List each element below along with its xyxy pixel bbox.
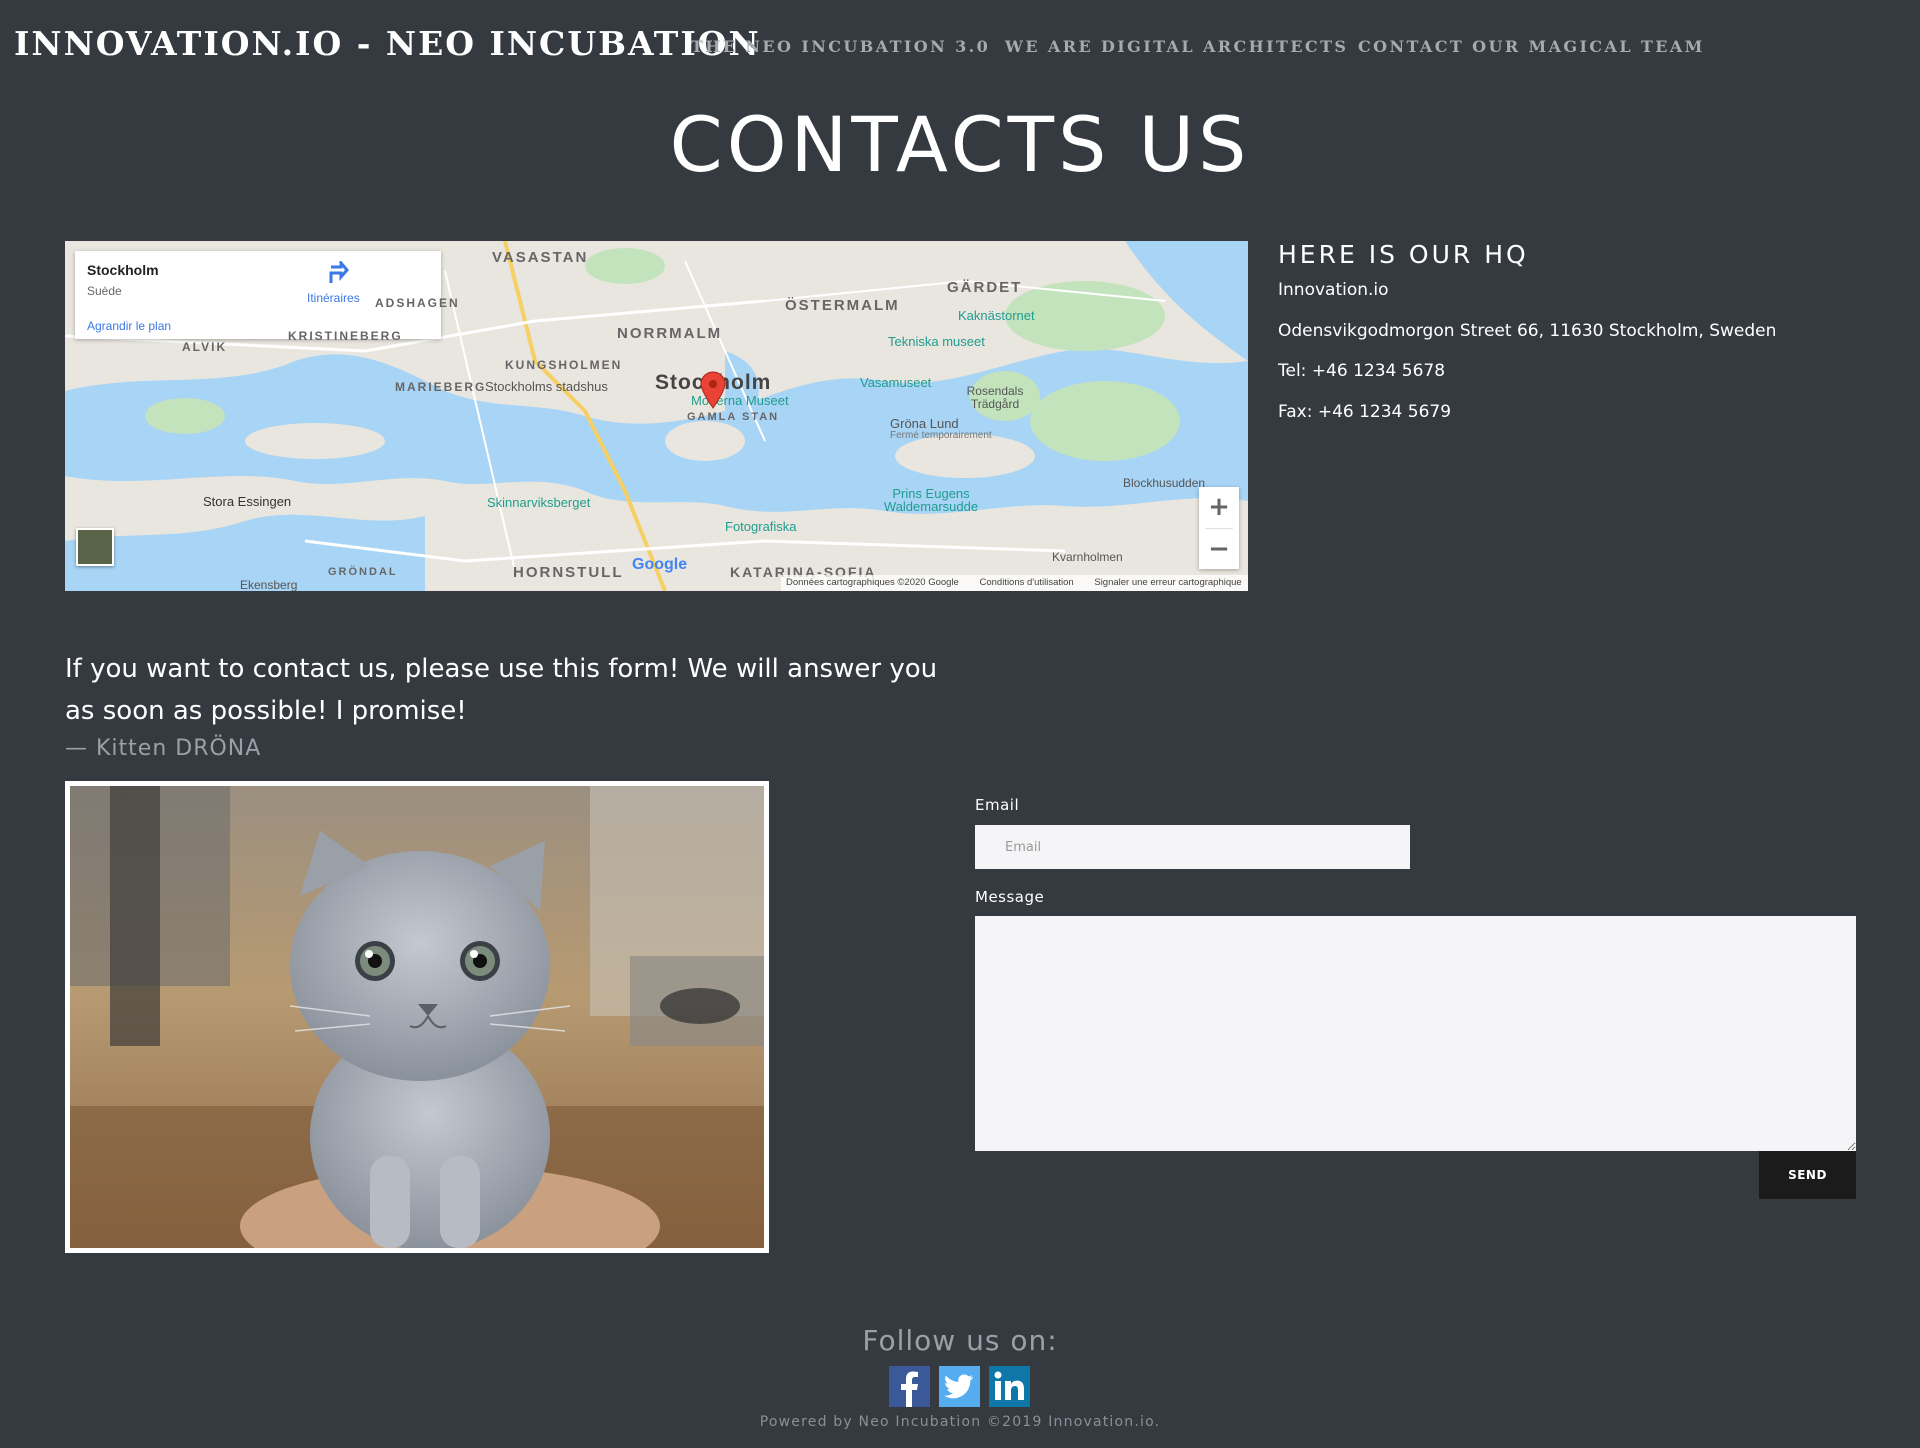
twitter-icon[interactable] — [939, 1366, 980, 1407]
map-label-marieberg: MARIEBERG — [395, 380, 487, 394]
map-label-stora-essingen: Stora Essingen — [203, 494, 292, 509]
map-attribution: Données cartographiques ©2020 Google Con… — [781, 575, 1248, 591]
map-label-adshagen: ADSHAGEN — [375, 296, 460, 310]
powered-by-text: Powered by Neo Incubation ©2019 Innovati… — [759, 1414, 1161, 1430]
map-label-vasastan: VASASTAN — [492, 249, 589, 266]
zoom-out-button[interactable]: − — [1199, 529, 1239, 569]
hq-title: HERE IS OUR HQ — [1278, 240, 1529, 269]
zoom-in-button[interactable]: + — [1199, 487, 1239, 527]
facebook-icon[interactable] — [889, 1366, 930, 1407]
map-label-blockhus: Blockhusudden — [1123, 476, 1206, 490]
email-input[interactable] — [975, 825, 1410, 869]
google-logo: Google — [632, 556, 688, 573]
map-label-alvik: ALVIK — [182, 340, 228, 354]
brand-link[interactable]: INNOVATION.IO - NEO INCUBATION — [14, 24, 761, 63]
follow-us-heading: Follow us on: — [862, 1324, 1058, 1357]
map-label-kaknas: Kaknästornet — [958, 308, 1035, 323]
nav-link-contact-team[interactable]: CONTACT OUR MAGICAL TEAM — [1358, 37, 1705, 56]
map-place-country: Suède — [87, 284, 122, 298]
message-textarea[interactable] — [975, 916, 1856, 1151]
map-label-kvarnholmen: Kvarnholmen — [1052, 550, 1123, 564]
hq-fax: Fax: +46 1234 5679 — [1278, 402, 1452, 422]
map-label-rosendals: Rosendals Trädgård — [966, 384, 1024, 411]
map-label-grona-note: Fermé temporairement — [890, 430, 992, 441]
nav-link-neo-incubation[interactable]: THE NEO INCUBATION 3.0 — [691, 37, 990, 56]
zoom-controls: + − — [1199, 487, 1239, 569]
map-label-skinnarvik: Skinnarviksberget — [487, 495, 591, 510]
navbar: INNOVATION.IO - NEO INCUBATION THE NEO I… — [0, 0, 1920, 94]
map-label-ekensberg: Ekensberg — [240, 578, 298, 591]
map-label-tekniska: Tekniska museet — [888, 334, 985, 349]
map-data-credit: Données cartographiques ©2020 Google — [786, 577, 959, 588]
map-info-card: Stockholm Suède Itinéraires Agrandir le … — [75, 251, 441, 339]
map-label-hornstull: HORNSTULL — [513, 564, 624, 581]
quote-author: — Kitten DRÖNA — [65, 736, 262, 761]
map-label-vasamuseet: Vasamuseet — [860, 375, 932, 390]
map-report-link[interactable]: Signaler une erreur cartographique — [1094, 577, 1241, 588]
message-label: Message — [975, 888, 1045, 906]
kitten-illustration — [70, 786, 764, 1248]
email-label: Email — [975, 796, 1020, 814]
send-button[interactable]: SEND — [1759, 1151, 1856, 1199]
map-label-fotografiska: Fotografiska — [725, 519, 797, 534]
linkedin-icon[interactable] — [989, 1366, 1030, 1407]
hq-company: Innovation.io — [1278, 280, 1389, 300]
map-label-prins-eugens: Prins Eugens Waldemarsudde — [883, 486, 979, 514]
hq-address: Odensvikgodmorgon Street 66, 11630 Stock… — [1278, 321, 1777, 341]
map-label-stadshus: Stockholms stadshus — [485, 379, 608, 394]
map-label-kungsholmen: KUNGSHOLMEN — [505, 358, 623, 372]
directions-link[interactable]: Itinéraires — [307, 291, 360, 305]
map-pin-icon[interactable] — [699, 371, 727, 413]
kitten-image — [65, 781, 769, 1253]
map-label-ostermalm: ÖSTERMALM — [785, 297, 900, 314]
map-place-name: Stockholm — [87, 262, 159, 278]
directions-icon[interactable] — [327, 258, 349, 290]
map-label-gardet: GÄRDET — [947, 279, 1023, 296]
map-label-norrmalm: NORRMALM — [617, 325, 723, 342]
map-label-grondal: GRÖNDAL — [328, 566, 398, 578]
google-map[interactable]: Stockholm Suède Itinéraires Agrandir le … — [65, 241, 1248, 591]
map-label-grona-lund: Gröna Lund — [890, 416, 959, 431]
contact-quote: If you want to contact us, please use th… — [65, 654, 938, 726]
map-terms-link[interactable]: Conditions d'utilisation — [979, 577, 1073, 588]
hq-tel: Tel: +46 1234 5678 — [1278, 361, 1446, 381]
nav-link-digital-architects[interactable]: WE ARE DIGITAL ARCHITECTS — [1005, 37, 1348, 56]
page-title: CONTACTS US — [669, 100, 1251, 189]
enlarge-map-link[interactable]: Agrandir le plan — [87, 319, 171, 333]
map-label-kristineberg: KRISTINEBERG — [288, 329, 403, 343]
satellite-toggle[interactable] — [76, 528, 114, 566]
